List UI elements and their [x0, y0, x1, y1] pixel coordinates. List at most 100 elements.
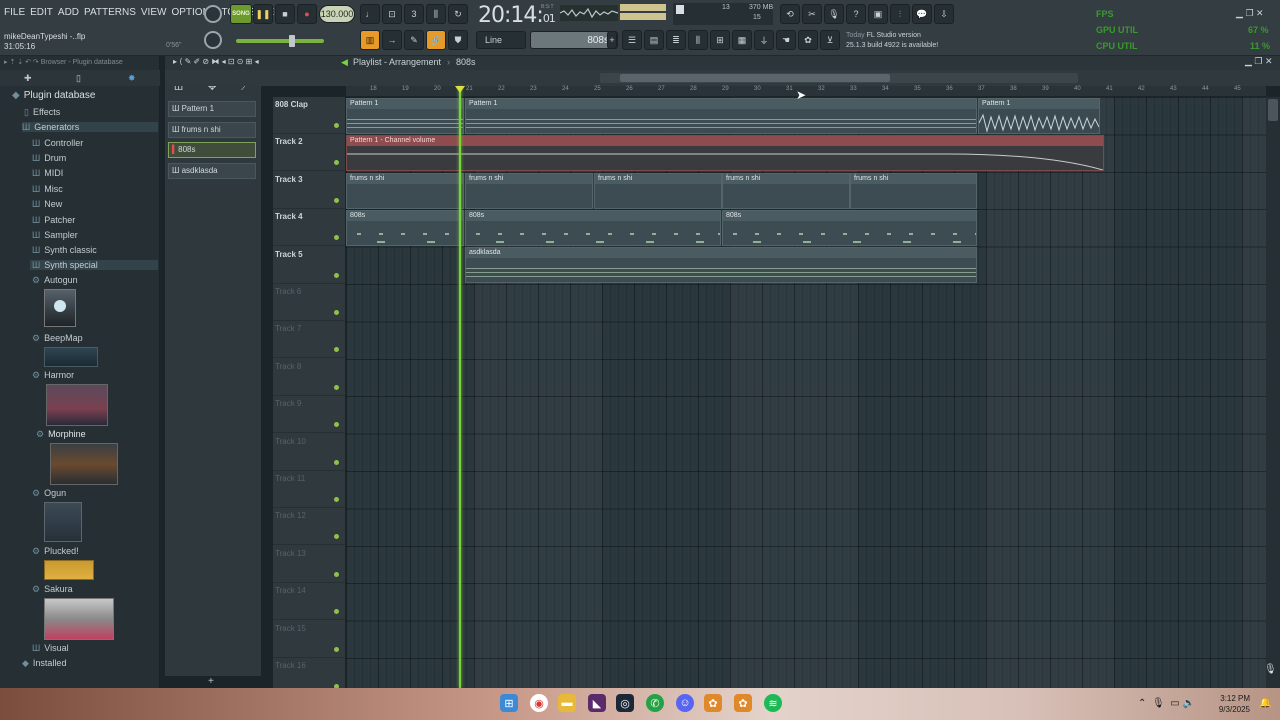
- spotify-icon[interactable]: ≋: [764, 694, 782, 712]
- add-pattern-plus-icon[interactable]: +: [208, 676, 214, 687]
- close-icon[interactable]: ✕: [1256, 8, 1264, 18]
- menu-file[interactable]: FILE: [4, 7, 25, 18]
- download-button[interactable]: ⇩: [934, 4, 954, 24]
- vertical-scrollbar-thumb[interactable]: [1268, 99, 1278, 121]
- restore-icon[interactable]: ❐: [1245, 8, 1253, 18]
- plucked-thumbnail[interactable]: [44, 560, 94, 580]
- mic-overlay-icon[interactable]: 🎙: [1264, 664, 1277, 675]
- playhead[interactable]: [459, 86, 461, 688]
- pattern-item[interactable]: Ш frums n shi: [168, 122, 256, 138]
- add-pattern-button[interactable]: +: [607, 31, 617, 49]
- track-header[interactable]: Track 2: [273, 134, 345, 172]
- track-header[interactable]: Track 10: [273, 434, 345, 471]
- browser-item-visual[interactable]: Ш Visual: [32, 643, 69, 653]
- pattern-clip[interactable]: 808s: [722, 210, 977, 246]
- pattern-clip[interactable]: Pattern 1: [346, 98, 464, 134]
- vertical-scrollbar[interactable]: [1266, 97, 1280, 688]
- shop-button[interactable]: ⊻: [820, 30, 840, 50]
- browser-installed[interactable]: ◆ Installed: [22, 658, 66, 669]
- track-header[interactable]: Track 6: [273, 284, 345, 321]
- browser-star-icon[interactable]: ✸: [128, 73, 136, 84]
- master-pitch-knob-icon[interactable]: [204, 5, 222, 23]
- master-volume-knob-icon[interactable]: [204, 31, 222, 49]
- news-panel[interactable]: Today FL Studio version 25.1.3 build 492…: [846, 31, 938, 51]
- morphine-thumbnail[interactable]: [50, 443, 118, 485]
- tempo-display[interactable]: 130.000: [319, 5, 355, 23]
- sakura-thumbnail[interactable]: [44, 598, 114, 640]
- browser-item-controller[interactable]: Ш Controller: [32, 138, 83, 148]
- pattern-song-toggle[interactable]: ▥: [360, 30, 380, 50]
- tools-button[interactable]: ✂: [802, 4, 822, 24]
- pattern-clip[interactable]: Pattern 1: [978, 98, 1100, 134]
- browser-file-icon[interactable]: ▯: [76, 73, 81, 84]
- browser-item-misc[interactable]: Ш Misc: [32, 184, 63, 194]
- pattern-clip[interactable]: 808s: [346, 210, 464, 246]
- speaker-icon[interactable]: 🔈: [1182, 698, 1194, 709]
- pattern-clip[interactable]: frums n shi: [850, 173, 977, 209]
- snap-mode-select[interactable]: Line: [476, 31, 526, 49]
- track-mute-led-icon[interactable]: [334, 571, 339, 577]
- track-header[interactable]: Track 9: [273, 396, 345, 434]
- plugin-plucked[interactable]: ⚙ Plucked!: [32, 546, 79, 557]
- browser-item-midi[interactable]: Ш MIDI: [32, 168, 63, 178]
- mixer-view-button[interactable]: ⫼: [688, 30, 708, 50]
- track-header[interactable]: 808 Clap: [273, 97, 345, 134]
- track-mute-led-icon[interactable]: [334, 646, 339, 652]
- pattern-item-selected[interactable]: ▍808s: [168, 142, 256, 158]
- file-explorer-icon[interactable]: ▬: [558, 694, 576, 712]
- track-header[interactable]: Track 13: [273, 546, 345, 583]
- whatsapp-icon[interactable]: ✆: [646, 694, 664, 712]
- harmor-thumbnail[interactable]: [46, 384, 108, 426]
- record-button[interactable]: ●: [297, 4, 317, 24]
- pause-button[interactable]: ❚❚: [253, 4, 273, 24]
- pattern-clip[interactable]: asdklasda: [465, 247, 977, 283]
- master-volume-slider[interactable]: [236, 39, 324, 43]
- track-header[interactable]: Track 12: [273, 508, 345, 546]
- menu-add[interactable]: ADD: [58, 7, 79, 18]
- plugin-sakura[interactable]: ⚙ Sakura: [32, 584, 73, 595]
- draw-tool-button[interactable]: ✎: [404, 30, 424, 50]
- stop-button[interactable]: ■: [275, 4, 295, 24]
- menu-edit[interactable]: EDIT: [30, 7, 53, 18]
- track-header[interactable]: Track 8: [273, 359, 345, 396]
- notification-bell-icon[interactable]: 🔔: [1259, 698, 1271, 709]
- pattern-clip[interactable]: frums n shi: [594, 173, 722, 209]
- plugin-autogun[interactable]: ⚙ Autogun: [32, 275, 78, 286]
- browser-effects[interactable]: ▯ Effects: [24, 107, 60, 118]
- browser-item-patcher[interactable]: Ш Patcher: [32, 215, 75, 225]
- track-mute-led-icon[interactable]: [334, 272, 339, 278]
- track-header[interactable]: Track 7: [273, 321, 345, 359]
- minimize-icon[interactable]: ▁: [1236, 8, 1243, 18]
- track-header[interactable]: Track 15: [273, 621, 345, 658]
- fl-studio-2-icon[interactable]: ✿: [734, 694, 752, 712]
- browser-root[interactable]: ◆ Plugin database: [12, 90, 95, 101]
- track-mute-led-icon[interactable]: [334, 197, 339, 203]
- loop-record-button[interactable]: ↻: [448, 4, 468, 24]
- chat-button[interactable]: 💬: [912, 4, 932, 24]
- metronome-button[interactable]: ♩: [360, 4, 380, 24]
- scrollbar-thumb[interactable]: [620, 74, 890, 82]
- plugin-ogun[interactable]: ⚙ Ogun: [32, 488, 66, 499]
- track-mute-led-icon[interactable]: [334, 384, 339, 390]
- taskbar-clock[interactable]: 3:12 PM 9/3/2025: [1219, 693, 1250, 715]
- mixer-button[interactable]: ⫶: [890, 4, 910, 24]
- pattern-clip[interactable]: frums n shi: [346, 173, 464, 209]
- mic-icon[interactable]: 🎙: [1152, 698, 1165, 709]
- snap-arrow-button[interactable]: →: [382, 30, 402, 50]
- pattern-item[interactable]: Ш asdklasda: [168, 163, 256, 179]
- visual-studio-icon[interactable]: ◣: [588, 694, 606, 712]
- pattern-selector[interactable]: 808s: [530, 31, 618, 49]
- track-mute-led-icon[interactable]: [334, 609, 339, 615]
- track-header[interactable]: Track 4: [273, 209, 345, 247]
- fruit-button[interactable]: ✿: [798, 30, 818, 50]
- track-header[interactable]: Track 3: [273, 172, 345, 209]
- song-mode-toggle[interactable]: SONG: [230, 4, 252, 24]
- step-edit-button[interactable]: ⫼: [426, 4, 446, 24]
- menu-patterns[interactable]: PATTERNS: [84, 7, 136, 18]
- audio-input-button[interactable]: 🎙: [824, 4, 844, 24]
- track-header[interactable]: Track 14: [273, 583, 345, 621]
- fl-studio-icon[interactable]: ✿: [704, 694, 722, 712]
- pattern-clip[interactable]: frums n shi: [722, 173, 850, 209]
- track-mute-led-icon[interactable]: [334, 123, 339, 128]
- track-mute-led-icon[interactable]: [334, 347, 339, 353]
